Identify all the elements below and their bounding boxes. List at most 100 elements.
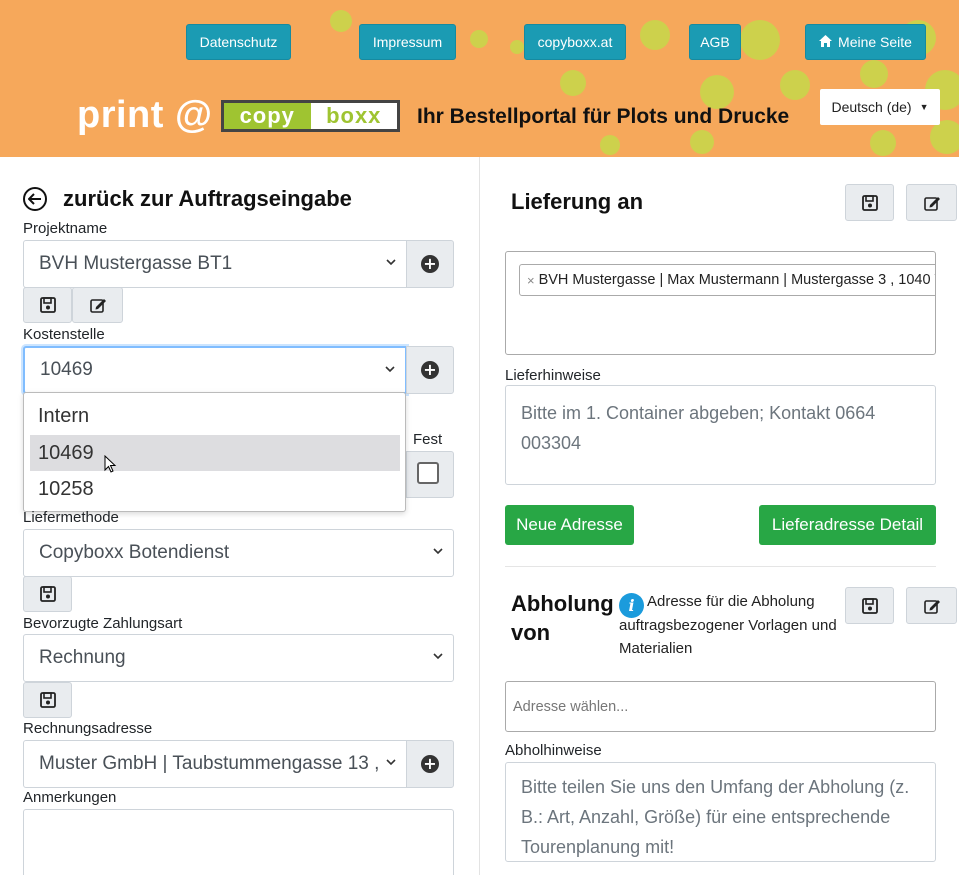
lieferhinweise-textarea[interactable]: Bitte im 1. Container abgeben; Kontakt 0… [505, 385, 936, 485]
edit-abholung-button[interactable] [906, 587, 957, 624]
floppy-disk-icon [39, 692, 56, 708]
nav-impressum-button[interactable]: Impressum [359, 24, 456, 60]
header: Datenschutz Impressum copyboxx.at AGB Me… [0, 0, 959, 157]
decor-dot [560, 70, 586, 96]
edit-icon [923, 196, 940, 211]
language-label: Deutsch (de) [831, 99, 912, 115]
chevron-down-icon [433, 653, 443, 660]
remove-tag-icon[interactable]: × [527, 273, 535, 288]
rechnungsadresse-value: Muster GmbH | Taubstummengasse 13 , 1040 [39, 753, 378, 774]
nav-meine-seite-label: Meine Seite [838, 34, 912, 50]
save-liefermethode-button[interactable] [23, 576, 72, 612]
zahlungsart-value: Rechnung [39, 647, 126, 668]
language-dropdown[interactable]: Deutsch (de) ▼ [820, 89, 940, 125]
lieferadresse-multiselect[interactable]: × BVH Mustergasse | Max Mustermann | Mus… [505, 251, 936, 355]
abholhinweise-label: Abholhinweise [505, 742, 602, 759]
projektname-select[interactable]: BVH Mustergasse BT1 [23, 240, 407, 288]
lieferhinweise-label: Lieferhinweise [505, 367, 601, 384]
kostenstelle-option[interactable]: Intern [30, 398, 400, 434]
nav-agb-label: AGB [700, 34, 730, 50]
edit-projekt-button[interactable] [72, 287, 123, 323]
zahlungsart-label: Bevorzugte Zahlungsart [23, 615, 183, 632]
back-link[interactable]: zurück zur Auftragseingabe [23, 186, 352, 212]
projektname-label: Projektname [23, 220, 108, 237]
decor-dot [330, 10, 352, 32]
nav-copyboxx-button[interactable]: copyboxx.at [524, 24, 626, 60]
anmerkungen-label: Anmerkungen [23, 789, 117, 806]
home-icon [819, 34, 833, 50]
add-rechnungsadresse-button[interactable]: + [406, 740, 454, 788]
save-projekt-button[interactable] [23, 287, 72, 323]
chevron-down-icon [433, 548, 443, 555]
kostenstelle-select[interactable]: 10469 [23, 346, 407, 394]
kostenstelle-option[interactable]: 10258 [30, 471, 400, 507]
decor-dot [780, 70, 810, 100]
tagline: Ihr Bestellportal für Plots und Drucke [417, 105, 790, 128]
fest-label: Fest [413, 431, 443, 448]
logo-left: copy [224, 103, 311, 129]
plus-circle-icon: + [421, 755, 439, 773]
chevron-down-icon [386, 759, 396, 766]
zahlungsart-select[interactable]: Rechnung [23, 634, 454, 682]
lieferadresse-detail-label: Lieferadresse Detail [771, 515, 924, 534]
nav-agb-button[interactable]: AGB [689, 24, 741, 60]
nav-meine-seite-button[interactable]: Meine Seite [805, 24, 926, 60]
anmerkungen-textarea[interactable] [23, 809, 454, 875]
save-abholung-button[interactable] [845, 587, 894, 624]
decor-dot [510, 40, 524, 54]
plus-circle-icon: + [421, 255, 439, 273]
rechnungsadresse-label: Rechnungsadresse [23, 720, 153, 737]
chevron-down-icon [385, 366, 395, 373]
decor-dot [740, 20, 780, 60]
chevron-down-icon [386, 259, 396, 266]
nav-impressum-label: Impressum [372, 34, 443, 50]
neue-adresse-label: Neue Adresse [516, 515, 623, 534]
column-divider [479, 157, 480, 875]
abholhinweise-textarea[interactable]: Bitte teilen Sie uns den Umfang der Abho… [505, 762, 936, 862]
projektname-value: BVH Mustergasse BT1 [39, 253, 233, 274]
decor-dot [470, 30, 488, 48]
floppy-disk-icon [861, 597, 878, 614]
back-link-label: zurück zur Auftragseingabe [63, 186, 352, 211]
add-projekt-button[interactable]: + [406, 240, 454, 288]
neue-adresse-button[interactable]: Neue Adresse [505, 505, 634, 545]
decor-dot [700, 75, 734, 109]
caret-down-icon: ▼ [919, 102, 929, 112]
save-zahlungsart-button[interactable] [23, 682, 72, 718]
floppy-disk-icon [39, 586, 56, 602]
nav-datenschutz-button[interactable]: Datenschutz [186, 24, 291, 60]
kostenstelle-option-selected[interactable]: 10469 [30, 435, 400, 471]
kostenstelle-dropdown-list: Intern 10469 10258 [23, 392, 406, 512]
decor-dot [690, 130, 714, 154]
decor-dot [930, 120, 959, 154]
decor-dot [860, 60, 888, 88]
floppy-disk-icon [861, 194, 878, 211]
add-kostenstelle-button[interactable]: + [406, 346, 454, 394]
liefermethode-select[interactable]: Copyboxx Botendienst [23, 529, 454, 577]
abholung-info-text: Adresse für die Abholung auftragsbezogen… [619, 593, 837, 657]
edit-icon [923, 599, 940, 614]
lieferadresse-tag[interactable]: × BVH Mustergasse | Max Mustermann | Mus… [519, 264, 935, 296]
nav-datenschutz-label: Datenschutz [199, 34, 278, 50]
kostenstelle-value: 10469 [40, 359, 93, 380]
lieferadresse-detail-button[interactable]: Lieferadresse Detail [759, 505, 936, 545]
abholadresse-input[interactable] [506, 682, 935, 731]
abholadresse-input-wrap [505, 681, 936, 732]
kostenstelle-label: Kostenstelle [23, 326, 105, 343]
copyboxx-logo: copy boxx [221, 100, 400, 132]
liefermethode-label: Liefermethode [23, 509, 119, 526]
fest-checkbox[interactable] [417, 462, 439, 484]
decor-dot [600, 135, 620, 155]
floppy-disk-icon [39, 297, 56, 313]
lieferung-title: Lieferung an [511, 189, 644, 214]
nav-copyboxx-label: copyboxx.at [537, 34, 613, 50]
abholung-title-line1: Abholung [511, 591, 614, 616]
mouse-cursor-icon [104, 455, 117, 473]
edit-lieferung-button[interactable] [906, 184, 957, 221]
decor-dot [870, 130, 896, 156]
arrow-left-icon [23, 187, 47, 211]
logo-right: boxx [310, 103, 397, 129]
rechnungsadresse-select[interactable]: Muster GmbH | Taubstummengasse 13 , 1040 [23, 740, 407, 788]
save-lieferung-button[interactable] [845, 184, 894, 221]
section-divider [505, 566, 936, 567]
